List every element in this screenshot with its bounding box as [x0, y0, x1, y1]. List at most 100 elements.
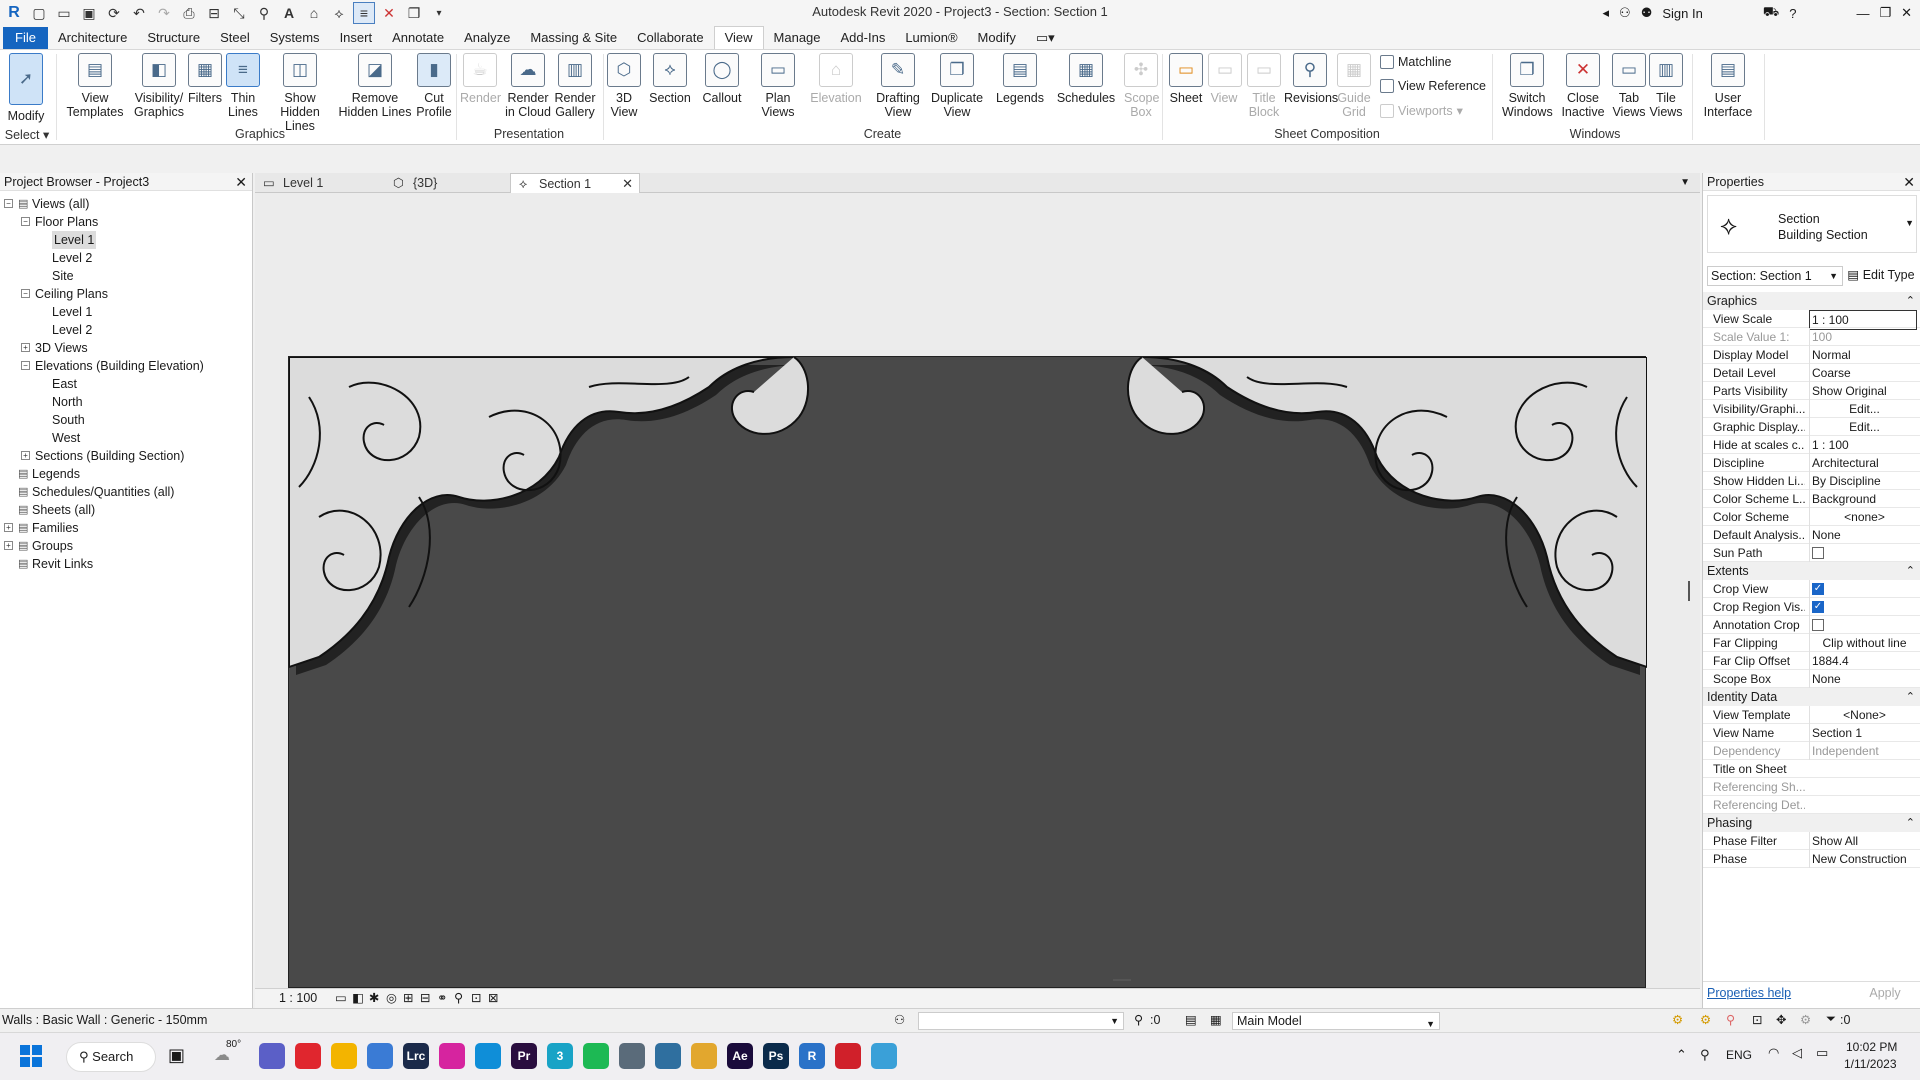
app-yellow-icon[interactable] [691, 1043, 717, 1069]
ribbon-tab-collaborate[interactable]: Collaborate [627, 27, 714, 49]
property-value[interactable]: None [1809, 526, 1917, 544]
legends-button[interactable]: ▤ Legends [994, 53, 1046, 105]
default-3d-icon[interactable]: ⌂ [303, 2, 325, 24]
view-scale[interactable]: 1 : 100 [279, 991, 317, 1005]
ribbon-tab-systems[interactable]: Systems [260, 27, 330, 49]
tree-toggle-icon[interactable]: + [21, 343, 30, 352]
detail-level-icon[interactable]: ▭ [335, 990, 347, 1005]
show-crop-icon[interactable]: ⊟ [420, 990, 430, 1005]
cut-profile-button[interactable]: ▮ Cut Profile [414, 53, 454, 119]
user-icon[interactable]: ⚉ [1641, 5, 1653, 21]
tree-item[interactable]: Level 1 [52, 303, 92, 321]
photoshop-icon[interactable]: Ps [763, 1043, 789, 1069]
ribbon-tab-structure[interactable]: Structure [137, 27, 210, 49]
close-inactive-button[interactable]: ✕ Close Inactive [1558, 53, 1608, 119]
view-templates-button[interactable]: ▤ View Templates [66, 53, 124, 119]
property-value[interactable]: <none> [1809, 508, 1917, 526]
place-view-button[interactable]: ▭ View [1208, 53, 1242, 105]
property-value[interactable] [1809, 544, 1917, 562]
close-icon[interactable]: ✕ [1901, 5, 1912, 21]
reveal-hidden-icon[interactable]: ⚲ [454, 990, 463, 1005]
section-icon[interactable]: ⟡ [328, 2, 350, 24]
tree-item[interactable]: Level 2 [52, 321, 92, 339]
checkbox[interactable]: ✓ [1812, 600, 1824, 613]
plan-views-button[interactable]: ▭ Plan Views [758, 53, 798, 119]
tree-item[interactable]: Level 2 [52, 249, 92, 267]
tree-item[interactable]: Sheets (all) [32, 501, 95, 519]
property-value[interactable]: Architectural [1809, 454, 1917, 472]
show-hidden-lines-button[interactable]: ◫ Show Hidden Lines [264, 53, 336, 133]
help-icon[interactable]: ? [1789, 6, 1796, 21]
tree-item[interactable]: South [52, 411, 85, 429]
ribbon-tab-modify[interactable]: Modify [968, 27, 1026, 49]
user-interface-button[interactable]: ▤ User Interface [1698, 53, 1758, 119]
worksharing-icon[interactable]: ⊡ [471, 990, 481, 1005]
temporary-hide-icon[interactable]: ⚭ [437, 990, 447, 1005]
filter-icon[interactable]: ⏷ [1826, 1012, 1836, 1027]
apply-button[interactable]: Apply [1855, 984, 1915, 1002]
taskbar-search[interactable]: ⚲ Search [66, 1042, 156, 1072]
visual-style-icon[interactable]: ◧ [352, 990, 364, 1005]
undo-icon[interactable]: ↶ [128, 2, 150, 24]
property-value[interactable]: 1 : 100 [1809, 436, 1917, 454]
tray-chevron-icon[interactable]: ⌃ [1676, 1047, 1687, 1063]
ribbon-tab-analyze[interactable]: Analyze [454, 27, 520, 49]
tag-icon[interactable]: ⚲ [253, 2, 275, 24]
lightroom-icon[interactable]: Lrc [403, 1043, 429, 1069]
spotify-icon[interactable] [583, 1043, 609, 1069]
section-button[interactable]: ⟡ Section [646, 53, 694, 105]
design-options-2-icon[interactable]: ▦ [1210, 1012, 1222, 1027]
ribbon-tab-insert[interactable]: Insert [330, 27, 383, 49]
tree-item[interactable]: Views (all) [32, 195, 89, 213]
select-pinned-icon[interactable]: ⚲ [1726, 1012, 1735, 1027]
tree-item[interactable]: Elevations (Building Elevation) [35, 357, 204, 375]
print-icon[interactable]: ⎙ [178, 2, 200, 24]
tree-item[interactable]: North [52, 393, 83, 411]
tree-item[interactable]: Sections (Building Section) [35, 447, 184, 465]
property-value[interactable]: ✓ [1809, 580, 1917, 598]
3d-view-button[interactable]: ⬡ 3D View [605, 53, 643, 119]
remove-hidden-lines-button[interactable]: ◪ Remove Hidden Lines [338, 53, 412, 119]
sun-path-icon[interactable]: ✱ [369, 990, 379, 1005]
property-group-header[interactable]: Identity Data ⌃ [1703, 688, 1920, 706]
tree-toggle-icon[interactable]: + [4, 541, 13, 550]
property-value[interactable]: New Construction [1809, 850, 1917, 868]
editable-only-icon[interactable]: ⚲ [1134, 1012, 1143, 1027]
close-hidden-icon[interactable]: ✕ [378, 2, 400, 24]
tree-item[interactable]: Level 1 [52, 231, 97, 249]
tree-item[interactable]: 3D Views [35, 339, 88, 357]
property-value[interactable]: 100 [1809, 328, 1917, 346]
open-icon[interactable]: ▭ [53, 2, 75, 24]
switch-windows-icon[interactable]: ❐ [403, 2, 425, 24]
cart-icon[interactable]: ⛟ [1763, 4, 1779, 22]
tree-item[interactable]: Revit Links [32, 555, 93, 573]
design-options-icon[interactable]: ▤ [1185, 1012, 1197, 1027]
property-value[interactable]: ✓ [1809, 598, 1917, 616]
text-icon[interactable]: A [278, 2, 300, 24]
drawing-area[interactable] [255, 193, 1700, 988]
tree-item[interactable]: Site [52, 267, 74, 285]
tree-item[interactable]: East [52, 375, 77, 393]
start-button[interactable] [20, 1045, 42, 1067]
sheet-button[interactable]: ▭ Sheet [1166, 53, 1206, 105]
properties-help-link[interactable]: Properties help [1707, 986, 1791, 1000]
binoculars-icon[interactable]: ⚇ [1619, 5, 1631, 21]
clock-time[interactable]: 10:02 PM [1846, 1040, 1897, 1054]
ribbon-tab-architecture[interactable]: Architecture [48, 27, 137, 49]
sign-in-link[interactable]: Sign In [1662, 6, 1702, 21]
wifi-icon[interactable]: ◠ [1768, 1045, 1779, 1061]
property-value[interactable]: 1 : 100 [1809, 310, 1917, 330]
select-links-icon[interactable]: ⚙ [1672, 1012, 1683, 1027]
doc-tab-3d[interactable]: ⬡ {3D} [385, 173, 515, 193]
tile-views-button[interactable]: ▥ Tile Views [1648, 53, 1684, 119]
callout-button[interactable]: ◯ Callout [698, 53, 746, 105]
tree-toggle-icon[interactable]: − [21, 217, 30, 226]
select-by-face-icon[interactable]: ⊡ [1752, 1012, 1762, 1027]
contextual-tab-dropdown-icon[interactable]: ▭▾ [1026, 27, 1065, 49]
tree-item[interactable]: Ceiling Plans [35, 285, 108, 303]
duplicate-view-button[interactable]: ❐ Duplicate View [928, 53, 986, 119]
property-value[interactable]: Coarse [1809, 364, 1917, 382]
render-button[interactable]: ☕ Render [460, 53, 501, 105]
tree-item[interactable]: Families [32, 519, 79, 537]
close-tab-icon[interactable]: ✕ [622, 174, 633, 194]
